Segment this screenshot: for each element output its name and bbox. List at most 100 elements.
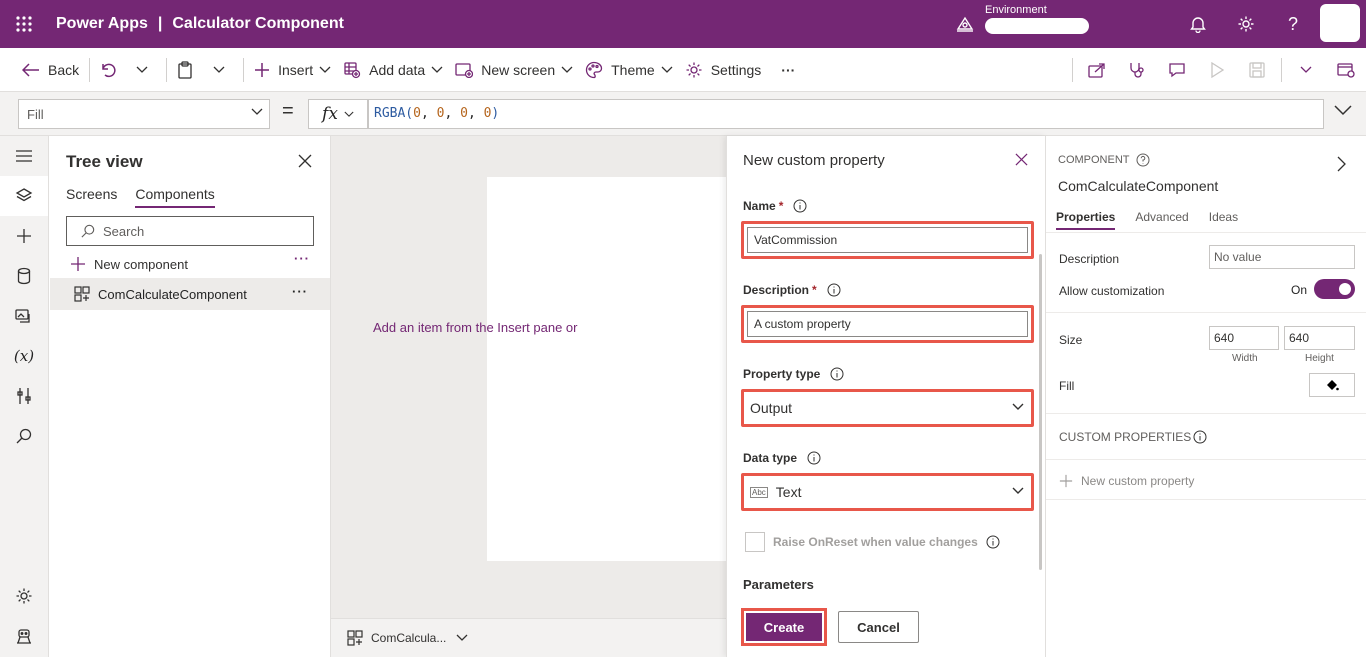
description-value: A custom property: [754, 317, 851, 331]
help-icon[interactable]: ?: [1283, 14, 1303, 34]
hamburger-icon[interactable]: [0, 136, 48, 176]
gear-icon[interactable]: [1236, 14, 1256, 34]
size-label: Size: [1059, 333, 1083, 347]
paste-button[interactable]: [171, 48, 207, 92]
tools-icon[interactable]: [0, 376, 48, 416]
play-icon[interactable]: [1197, 48, 1237, 92]
cancel-button[interactable]: Cancel: [838, 611, 919, 643]
tab-properties[interactable]: Properties: [1056, 210, 1116, 230]
media-icon[interactable]: [0, 296, 48, 336]
parameters-heading: Parameters: [743, 577, 814, 592]
chevron-down-icon[interactable]: [456, 634, 468, 642]
data-type-highlight: Abc Text: [741, 473, 1034, 511]
tab-advanced[interactable]: Advanced: [1135, 210, 1188, 230]
new-component-button[interactable]: New component ···: [70, 251, 310, 274]
search-input[interactable]: Search: [66, 216, 314, 246]
property-type-dropdown[interactable]: Output: [747, 395, 1028, 421]
height-input[interactable]: 640: [1284, 326, 1355, 350]
stethoscope-icon[interactable]: [1117, 48, 1157, 92]
component-artboard[interactable]: [487, 177, 726, 561]
save-menu-button[interactable]: [1286, 48, 1326, 92]
more-options-button[interactable]: ···: [292, 284, 308, 299]
share-icon[interactable]: [1077, 48, 1117, 92]
tree-item-component[interactable]: ComCalculateComponent ···: [50, 278, 330, 310]
comment-icon[interactable]: [1157, 48, 1197, 92]
settings-button[interactable]: Settings: [679, 48, 768, 92]
virtual-agent-icon[interactable]: [0, 616, 48, 656]
divider: [89, 57, 91, 82]
fill-color-picker[interactable]: [1309, 373, 1355, 397]
formula-arg: 0: [413, 106, 421, 121]
formula-input[interactable]: RGBA(0, 0, 0, 0): [368, 99, 1324, 129]
info-icon[interactable]: [827, 283, 841, 297]
info-icon[interactable]: [793, 199, 807, 213]
theme-button[interactable]: Theme: [579, 48, 679, 92]
plus-icon[interactable]: [0, 216, 48, 256]
close-icon[interactable]: [1015, 153, 1028, 166]
top-bar: Power Apps | Calculator Component Enviro…: [0, 0, 1366, 48]
back-button[interactable]: Back: [16, 48, 85, 92]
footer-component-label[interactable]: ComCalcula...: [371, 631, 446, 645]
layers-icon[interactable]: [0, 176, 48, 216]
new-custom-property-button[interactable]: New custom property: [1059, 474, 1194, 488]
raise-onreset-label: Raise OnReset when value changes: [773, 535, 978, 549]
tree-item-label: ComCalculateComponent: [98, 286, 247, 302]
add-data-button[interactable]: Add data: [337, 48, 449, 92]
allow-customization-toggle[interactable]: [1314, 279, 1355, 299]
design-canvas[interactable]: Add an item from the Insert pane or: [331, 136, 726, 618]
divider: [166, 57, 168, 82]
info-icon[interactable]: [1193, 430, 1207, 444]
height-caption: Height: [1305, 353, 1334, 364]
scrollbar[interactable]: [1039, 254, 1042, 570]
divider: [1046, 312, 1366, 313]
undo-menu-button[interactable]: [130, 48, 162, 92]
name-label-text: Name: [743, 199, 776, 213]
tab-ideas[interactable]: Ideas: [1209, 210, 1238, 230]
more-commands-button[interactable]: ···: [775, 48, 801, 92]
data-type-dropdown[interactable]: Abc Text: [747, 479, 1028, 505]
name-field[interactable]: VatCommission: [747, 227, 1028, 253]
paste-menu-button[interactable]: [207, 48, 239, 92]
waffle-icon[interactable]: [0, 0, 48, 48]
tree-view-panel: Tree view Screens Components Search New …: [50, 136, 331, 657]
description-field[interactable]: A custom property: [747, 311, 1028, 337]
data-type-label: Data type: [743, 451, 821, 465]
selection-kind: COMPONENT: [1058, 153, 1150, 167]
formula-arg: 0: [436, 106, 445, 121]
close-icon[interactable]: [298, 154, 312, 168]
search-icon: [81, 224, 95, 238]
info-icon[interactable]: [986, 535, 1000, 549]
canvas-hint: Add an item from the Insert pane or: [373, 320, 578, 335]
info-icon[interactable]: [807, 451, 821, 465]
tree-view-title: Tree view: [66, 152, 143, 171]
avatar[interactable]: [1320, 4, 1360, 42]
search-icon[interactable]: [0, 416, 48, 456]
width-input[interactable]: 640: [1209, 326, 1279, 350]
undo-button[interactable]: [94, 48, 130, 92]
save-icon[interactable]: [1237, 48, 1277, 92]
chevron-right-icon[interactable]: [1336, 156, 1346, 172]
property-dropdown[interactable]: Fill: [18, 99, 270, 129]
tab-components[interactable]: Components: [135, 186, 215, 208]
variables-icon[interactable]: (x): [0, 336, 48, 376]
properties-tabs: Properties Advanced Ideas: [1056, 210, 1258, 230]
new-screen-button[interactable]: New screen: [449, 48, 579, 92]
app-name[interactable]: Power Apps: [56, 15, 148, 33]
description-input[interactable]: No value: [1209, 245, 1355, 269]
create-button[interactable]: Create: [746, 613, 822, 641]
publish-icon[interactable]: [1326, 48, 1366, 92]
info-icon[interactable]: [830, 367, 844, 381]
raise-onreset-checkbox[interactable]: [745, 532, 765, 552]
gear-icon[interactable]: [0, 576, 48, 616]
tab-screens[interactable]: Screens: [66, 186, 117, 208]
expand-formula-icon[interactable]: [1334, 104, 1352, 116]
database-icon[interactable]: [0, 256, 48, 296]
more-options-button[interactable]: ···: [294, 251, 310, 266]
insert-button[interactable]: Insert: [248, 48, 337, 92]
property-type-label: Property type: [743, 367, 844, 381]
environment-picker[interactable]: Environment: [955, 4, 1089, 34]
help-icon[interactable]: [1136, 153, 1150, 167]
fx-button[interactable]: fx: [308, 99, 368, 129]
toggle-knob: [1339, 283, 1351, 295]
bell-icon[interactable]: [1188, 14, 1208, 34]
